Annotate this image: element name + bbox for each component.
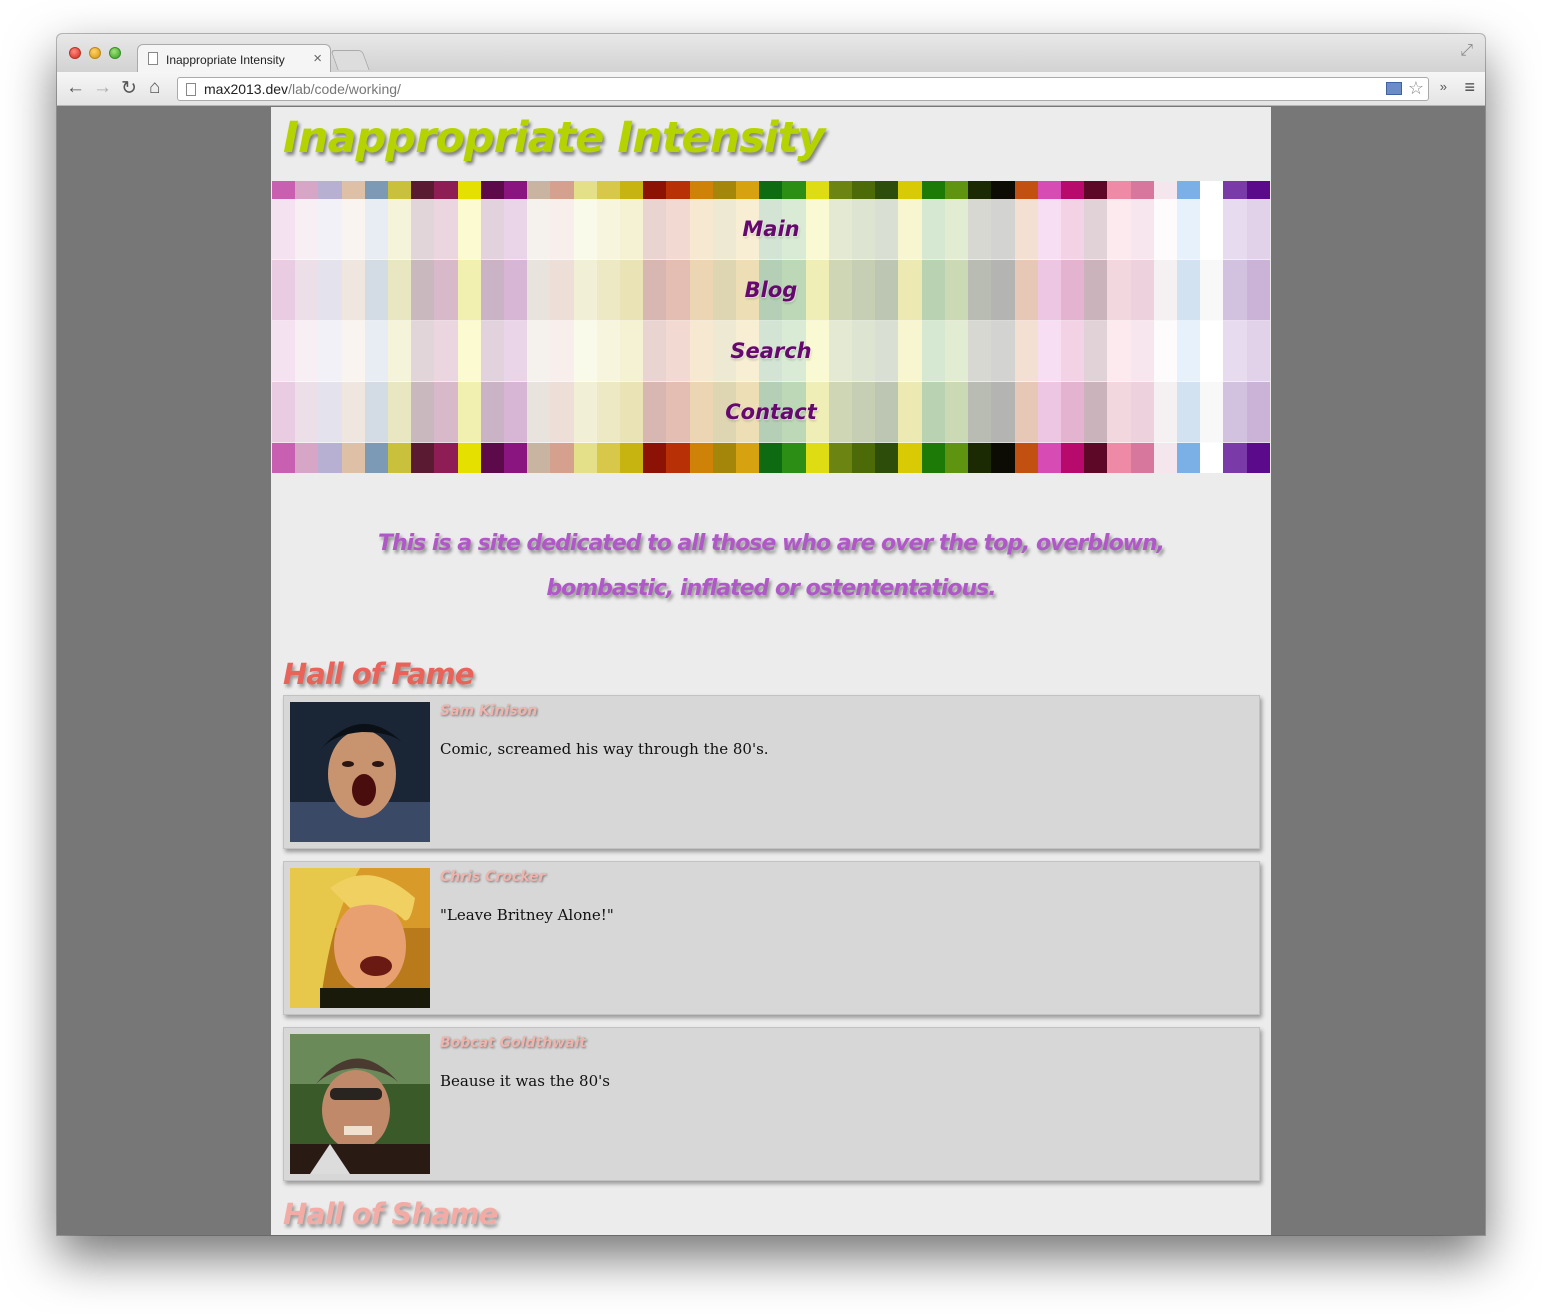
extension-icon[interactable] (1386, 82, 1402, 95)
page-icon (148, 52, 158, 65)
page-icon (186, 83, 196, 96)
tagline: This is a site dedicated to all those wh… (311, 521, 1231, 611)
minimize-window-button[interactable] (89, 47, 101, 59)
entry-name: Chris Crocker (440, 869, 546, 885)
nav-item-search[interactable]: Search (272, 321, 1270, 382)
new-tab-button[interactable] (330, 50, 370, 70)
tagline-line-1: This is a site dedicated to all those wh… (377, 531, 1165, 556)
site-title: Inappropriate Intensity (283, 113, 825, 163)
url-path: /lab/code/working/ (288, 81, 401, 97)
browser-window: Inappropriate Intensity × ⤢ ← → ↻ ⌂ max2… (57, 34, 1485, 1235)
main-nav: Main Blog Search Contact (272, 199, 1270, 443)
tab-active[interactable]: Inappropriate Intensity × (137, 44, 331, 72)
chevron-right-icon[interactable]: » (1440, 79, 1447, 94)
home-icon[interactable]: ⌂ (149, 77, 160, 99)
fame-card: Chris Crocker "Leave Britney Alone!" (283, 861, 1260, 1015)
maximize-window-button[interactable] (109, 47, 121, 59)
menu-icon[interactable]: ≡ (1464, 77, 1475, 98)
portrait-image (290, 1034, 430, 1174)
entry-description: "Leave Britney Alone!" (440, 906, 614, 924)
nav-item-main[interactable]: Main (272, 199, 1270, 260)
nav-item-contact[interactable]: Contact (272, 382, 1270, 443)
tab-title: Inappropriate Intensity (166, 53, 285, 67)
entry-description: Beause it was the 80's (440, 1072, 610, 1090)
tab-strip: Inappropriate Intensity × ⤢ (57, 34, 1485, 72)
fame-card: Sam Kinison Comic, screamed his way thro… (283, 695, 1260, 849)
page: Inappropriate Intensity Main Blog Search… (271, 107, 1271, 1235)
fullscreen-icon[interactable]: ⤢ (1460, 42, 1473, 60)
close-window-button[interactable] (69, 47, 81, 59)
nav-item-blog[interactable]: Blog (272, 260, 1270, 321)
back-icon[interactable]: ← (66, 77, 85, 99)
entry-name: Bobcat Goldthwait (440, 1035, 587, 1051)
fame-card: Bobcat Goldthwait Beause it was the 80's (283, 1027, 1260, 1181)
browser-toolbar: ← → ↻ ⌂ max2013.dev/lab/code/working/ ☆ … (57, 72, 1485, 106)
tab-close-icon[interactable]: × (313, 50, 322, 67)
star-icon[interactable]: ☆ (1408, 78, 1424, 99)
url-host: max2013.dev (204, 81, 289, 97)
reload-icon[interactable]: ↻ (121, 77, 137, 100)
entry-description: Comic, screamed his way through the 80's… (440, 740, 769, 758)
hall-of-shame-heading: Hall of Shame (283, 1197, 498, 1231)
banner: Main Blog Search Contact (272, 181, 1270, 473)
address-bar[interactable]: max2013.dev/lab/code/working/ ☆ (177, 77, 1429, 101)
portrait-image (290, 702, 430, 842)
hall-of-fame-heading: Hall of Fame (283, 657, 474, 691)
forward-icon[interactable]: → (93, 77, 112, 99)
viewport: Inappropriate Intensity Main Blog Search… (57, 107, 1485, 1235)
entry-name: Sam Kinison (440, 703, 538, 719)
tagline-line-2: bombastic, inflated or ostententatious. (546, 576, 996, 601)
portrait-image (290, 868, 430, 1008)
